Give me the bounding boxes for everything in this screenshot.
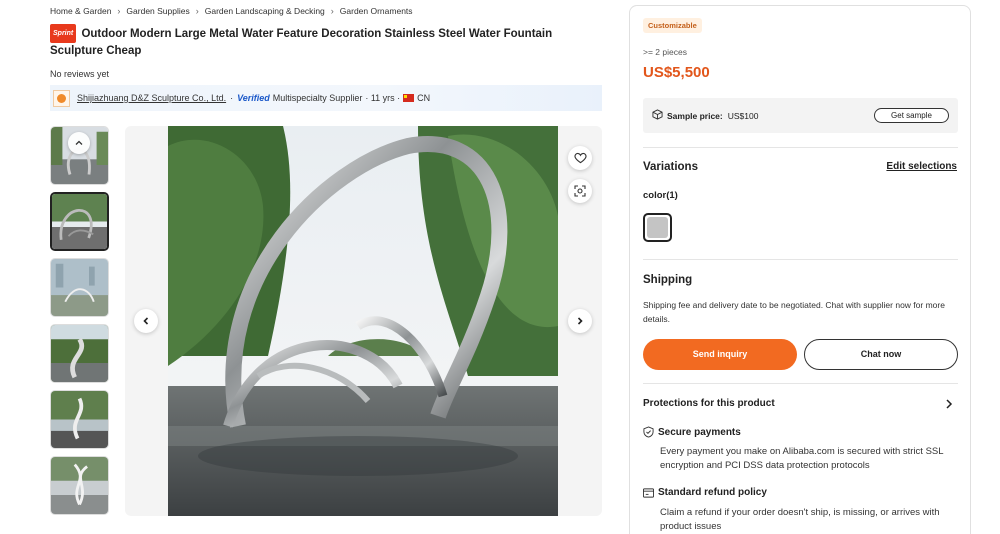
chevron-left-icon[interactable] — [134, 309, 158, 333]
sample-price-value: US$100 — [727, 110, 759, 121]
sprint-badge: Sprint — [50, 24, 77, 43]
refund-card-icon — [643, 487, 654, 498]
thumbnail-2[interactable] — [50, 192, 109, 251]
refund-policy-label: Standard refund policy — [658, 487, 767, 498]
color-swatch[interactable] — [643, 213, 672, 242]
chevron-right-icon[interactable] — [944, 397, 954, 415]
product-title-text: Outdoor Modern Large Metal Water Feature… — [50, 28, 553, 57]
sample-price-label: Sample price: — [667, 110, 723, 121]
shield-icon — [643, 426, 654, 438]
variations-title: Variations — [643, 161, 698, 173]
divider — [643, 147, 958, 148]
package-icon — [652, 109, 663, 122]
refund-policy-title: Standard refund policy — [643, 487, 767, 498]
chevron-right-icon: › — [330, 6, 334, 16]
get-sample-button[interactable]: Get sample — [874, 108, 949, 123]
color-label: color(1) — [643, 190, 678, 201]
thumbnail-5[interactable] — [50, 390, 109, 449]
reviews-text: No reviews yet — [50, 69, 110, 79]
image-search-icon[interactable] — [568, 179, 592, 203]
secure-payments-title: Secure payments — [643, 426, 741, 438]
min-order-quantity: >= 2 pieces — [643, 47, 687, 57]
thumbnail-list — [50, 126, 110, 522]
main-product-image[interactable] — [168, 126, 558, 516]
supplier-country: CN — [417, 93, 431, 103]
supplier-bar: Shijiazhuang D&Z Sculpture Co., Ltd. · V… — [50, 85, 602, 111]
favorite-heart-icon[interactable] — [568, 146, 592, 170]
breadcrumb-home-garden[interactable]: Home & Garden — [50, 6, 111, 16]
breadcrumb-garden-ornaments[interactable]: Garden Ornaments — [340, 6, 413, 16]
chevron-right-icon: › — [195, 6, 199, 16]
secure-payments-label: Secure payments — [658, 426, 741, 438]
shipping-note: Shipping fee and delivery date to be neg… — [643, 300, 945, 324]
supplier-years: · 11 yrs · — [365, 93, 401, 103]
chevron-right-icon[interactable] — [568, 309, 592, 333]
breadcrumb-garden-landscaping[interactable]: Garden Landscaping & Decking — [205, 6, 325, 16]
verified-badge[interactable]: Verified — [237, 93, 270, 103]
product-title: Sprint Outdoor Modern Large Metal Water … — [50, 24, 590, 60]
price: US$5,500 — [643, 64, 710, 81]
chat-now-button[interactable]: Chat now — [804, 339, 958, 370]
supplier-logo[interactable] — [53, 89, 70, 107]
protections-title[interactable]: Protections for this product — [643, 398, 775, 409]
chevron-up-icon[interactable] — [68, 132, 90, 154]
supplier-name-link[interactable]: Shijiazhuang D&Z Sculpture Co., Ltd. — [77, 93, 226, 103]
purchase-panel: Customizable >= 2 pieces US$5,500 Sample… — [629, 5, 971, 534]
thumbnail-4[interactable] — [50, 324, 109, 383]
send-inquiry-button[interactable]: Send inquiry — [643, 339, 797, 370]
main-image-frame — [125, 126, 602, 516]
shipping-title: Shipping — [643, 274, 693, 286]
breadcrumb-garden-supplies[interactable]: Garden Supplies — [126, 6, 189, 16]
sample-price-box: Sample price: US$100 Get sample — [643, 98, 958, 133]
divider — [643, 259, 958, 260]
thumbnail-3[interactable] — [50, 258, 109, 317]
divider — [643, 383, 958, 384]
refund-policy-text: Claim a refund if your order doesn't shi… — [660, 507, 940, 532]
secure-payments-text: Every payment you make on Alibaba.com is… — [660, 446, 944, 471]
thumbnail-6[interactable] — [50, 456, 109, 515]
edit-selections-link[interactable]: Edit selections — [886, 161, 957, 172]
supplier-type: Multispecialty Supplier — [272, 93, 363, 103]
swatch-fill — [647, 217, 668, 238]
china-flag-icon — [403, 94, 415, 102]
separator-dot: · — [230, 93, 234, 103]
breadcrumb: Home & Garden › Garden Supplies › Garden… — [50, 6, 413, 16]
chevron-right-icon: › — [117, 6, 121, 16]
customizable-badge: Customizable — [643, 18, 702, 33]
